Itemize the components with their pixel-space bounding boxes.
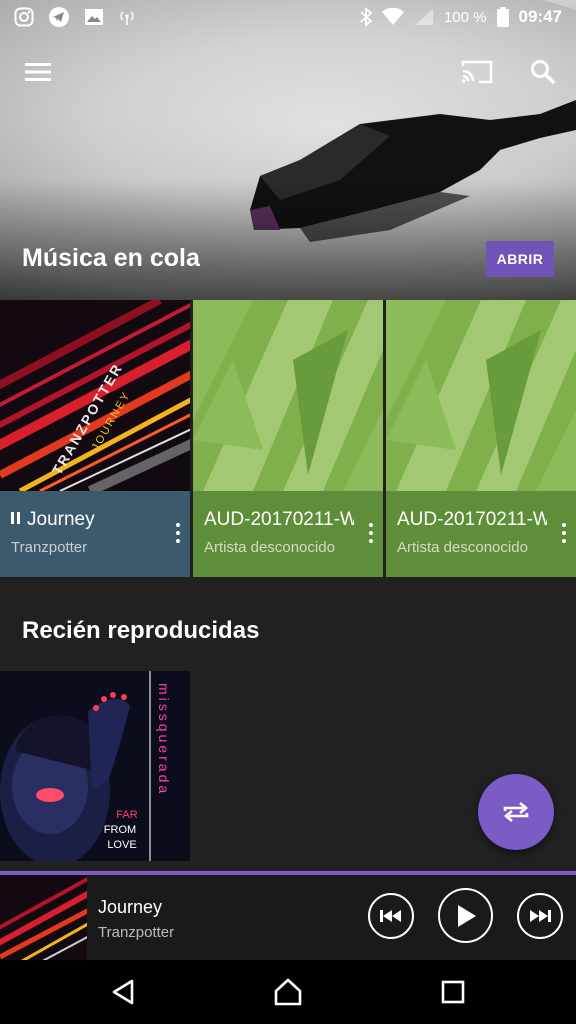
queue-card-title: AUD-20170211-W bbox=[397, 509, 547, 530]
queue-card-title: AUD-20170211-W bbox=[204, 509, 354, 530]
default-album-art bbox=[386, 300, 576, 491]
shuffle-repeat-fab[interactable] bbox=[478, 774, 554, 850]
mini-player-album-art bbox=[0, 875, 87, 960]
cast-icon[interactable] bbox=[455, 50, 499, 94]
bluetooth-icon bbox=[360, 7, 372, 27]
instagram-icon bbox=[14, 7, 34, 27]
more-options-icon[interactable] bbox=[172, 521, 184, 545]
image-icon bbox=[85, 9, 103, 25]
queue-card-artist: Artista desconocido bbox=[204, 539, 335, 556]
skip-next-icon bbox=[530, 910, 551, 922]
mini-player-title: Journey bbox=[98, 897, 163, 917]
open-queue-button[interactable]: ABRIR bbox=[486, 241, 554, 277]
radio-tower-icon bbox=[120, 11, 134, 25]
battery-percent: 100 % bbox=[443, 8, 487, 26]
default-album-art bbox=[193, 300, 383, 491]
queue-card-meta: AUD-20170211-W Artista desconocido bbox=[386, 491, 576, 577]
recent-section-title: Recién reproducidas bbox=[22, 617, 260, 644]
mini-player-artist: Tranzpotter bbox=[98, 924, 175, 941]
album-art-far-from-love: missquerada FAR FROM LOVE bbox=[0, 671, 190, 861]
home-icon[interactable] bbox=[266, 970, 310, 1014]
system-nav-bar bbox=[0, 960, 576, 1024]
queue-card[interactable]: AUD-20170211-W Artista desconocido bbox=[386, 300, 576, 577]
status-clock: 09:47 bbox=[518, 7, 562, 26]
play-button[interactable] bbox=[438, 888, 493, 943]
more-options-icon[interactable] bbox=[365, 521, 377, 545]
battery-icon bbox=[496, 7, 509, 27]
album-art-caption-line: FAR bbox=[116, 809, 137, 821]
album-art-vertical-title: missquerada bbox=[156, 683, 172, 796]
wifi-icon bbox=[381, 8, 404, 25]
hamburger-menu-icon[interactable] bbox=[16, 50, 60, 94]
album-art-caption-line: LOVE bbox=[107, 839, 136, 851]
signal-icon bbox=[414, 9, 433, 25]
mini-player[interactable]: Journey Tranzpotter bbox=[0, 871, 576, 960]
recent-album-card[interactable]: missquerada FAR FROM LOVE bbox=[0, 671, 190, 861]
queue-card[interactable]: AUD-20170211-W Artista desconocido bbox=[193, 300, 383, 577]
skip-next-button[interactable] bbox=[517, 893, 563, 939]
queue-card-meta: AUD-20170211-W Artista desconocido bbox=[193, 491, 383, 577]
queue-card-artist: Artista desconocido bbox=[397, 539, 528, 556]
album-art-journey: TRANZPOTTER JOURNEY bbox=[0, 300, 190, 491]
queue-card-meta: Journey Tranzpotter bbox=[0, 491, 190, 577]
app-toolbar bbox=[0, 44, 576, 100]
queue-card[interactable]: TRANZPOTTER JOURNEY Journey Tranzpotter bbox=[0, 300, 190, 577]
pause-icon bbox=[11, 512, 20, 524]
more-options-icon[interactable] bbox=[558, 521, 570, 545]
status-bar: 100 % 09:47 bbox=[0, 0, 576, 34]
queue-title: Música en cola bbox=[22, 244, 200, 272]
telegram-icon bbox=[49, 7, 69, 27]
back-icon[interactable] bbox=[101, 970, 145, 1014]
search-icon[interactable] bbox=[521, 50, 565, 94]
queue-list: TRANZPOTTER JOURNEY Journey Tranzpotter bbox=[0, 300, 576, 577]
queue-card-artist: Tranzpotter bbox=[11, 539, 88, 556]
skip-previous-icon bbox=[380, 910, 401, 922]
repeat-icon bbox=[503, 802, 529, 822]
queue-card-title: Journey bbox=[27, 509, 95, 530]
recents-icon[interactable] bbox=[431, 970, 475, 1014]
skip-previous-button[interactable] bbox=[368, 893, 414, 939]
play-icon bbox=[457, 904, 476, 927]
album-art-caption-line: FROM bbox=[104, 824, 136, 836]
